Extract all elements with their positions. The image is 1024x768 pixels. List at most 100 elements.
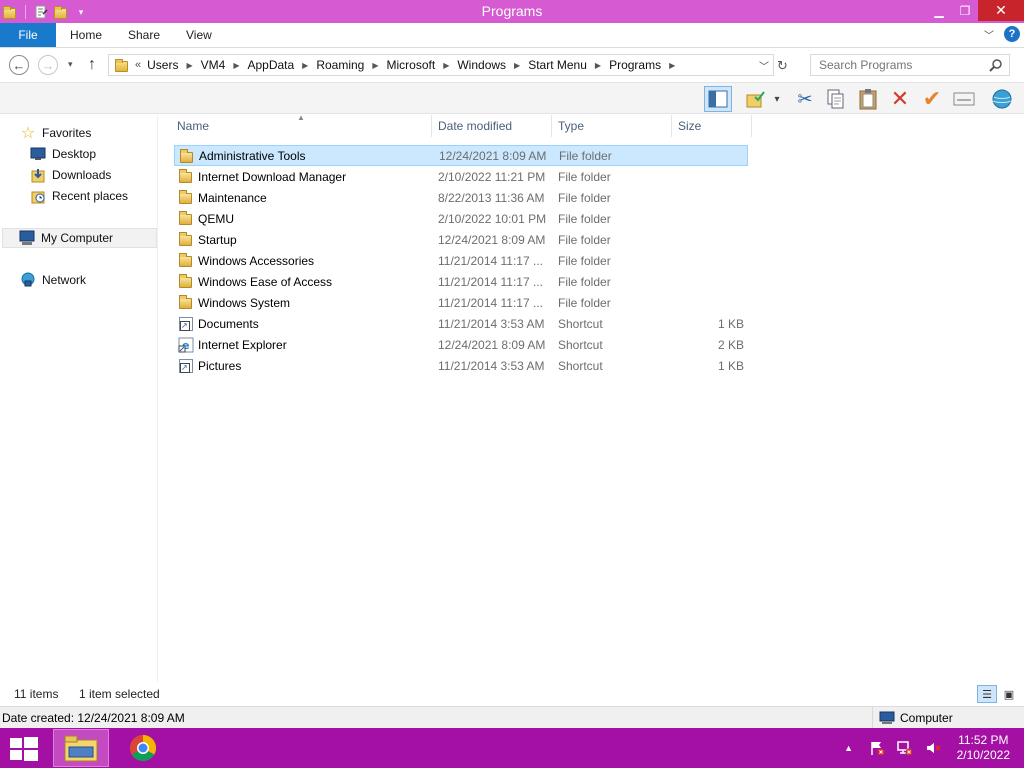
folder-icon	[178, 232, 194, 247]
tab-view[interactable]: View	[186, 28, 212, 42]
copy-icon[interactable]	[822, 86, 850, 112]
preview-pane-button[interactable]	[704, 86, 732, 112]
windows-start-icon[interactable]	[10, 737, 38, 761]
taskbar-file-explorer[interactable]	[53, 729, 109, 767]
breadcrumb-arrow-icon[interactable]: ▶	[372, 61, 378, 70]
large-icons-view-icon[interactable]: ▣	[999, 685, 1019, 703]
volume-muted-icon[interactable]	[924, 740, 942, 756]
file-row[interactable]: Windows Accessories 11/21/2014 11:17 ...…	[174, 250, 748, 271]
file-type: Shortcut	[558, 337, 603, 352]
breadcrumb-arrow-icon[interactable]: ▶	[302, 61, 308, 70]
column-header-size[interactable]: Size	[672, 115, 752, 137]
file-row[interactable]: Startup 12/24/2021 8:09 AM File folder	[174, 229, 748, 250]
file-row[interactable]: Documents 11/21/2014 3:53 AM Shortcut 1 …	[174, 313, 748, 334]
breadcrumb-appdata[interactable]: AppData	[247, 58, 294, 72]
column-header-name[interactable]: Name	[171, 115, 432, 137]
breadcrumb-arrow-icon[interactable]: ▶	[595, 61, 601, 70]
nav-network[interactable]: Network	[20, 270, 86, 290]
column-header-date[interactable]: Date modified	[432, 115, 552, 137]
tab-home[interactable]: Home	[70, 28, 102, 42]
file-row[interactable]: Windows Ease of Access 11/21/2014 11:17 …	[174, 271, 748, 292]
column-name-label: Name	[177, 119, 210, 133]
breadcrumb-users[interactable]: Users	[147, 58, 178, 72]
file-row[interactable]: Pictures 11/21/2014 3:53 AM Shortcut 1 K…	[174, 355, 748, 376]
file-date: 11/21/2014 3:53 AM	[438, 358, 545, 373]
breadcrumb-programs[interactable]: Programs	[609, 58, 661, 72]
show-hidden-icons[interactable]: ▲	[840, 740, 858, 756]
close-button[interactable]: ✕	[978, 0, 1024, 21]
details-view-icon[interactable]: ☰	[977, 685, 997, 703]
address-dropdown-icon[interactable]: ﹀	[759, 58, 769, 73]
date-created-text: Date created: 12/24/2021 8:09 AM	[2, 711, 185, 725]
chrome-icon	[129, 734, 157, 762]
search-box[interactable]	[810, 54, 1010, 76]
search-icon[interactable]	[989, 58, 1003, 72]
maximize-button[interactable]: ❐	[952, 0, 978, 21]
details-bar: Date created: 12/24/2021 8:09 AM Compute…	[0, 706, 1024, 729]
file-date: 11/21/2014 11:17 ...	[438, 274, 543, 289]
taskbar-chrome[interactable]	[115, 729, 171, 767]
nav-favorites[interactable]: ☆ Favorites	[20, 123, 92, 143]
breadcrumb-arrow-icon[interactable]: ▶	[669, 61, 675, 70]
refresh-icon[interactable]: ↻	[777, 58, 788, 74]
tab-file[interactable]: File	[0, 23, 56, 47]
tab-share[interactable]: Share	[128, 28, 160, 42]
expand-ribbon-icon[interactable]: ﹀	[984, 27, 994, 42]
file-type: File folder	[558, 295, 611, 310]
file-row[interactable]: QEMU 2/10/2022 10:01 PM File folder	[174, 208, 748, 229]
select-all-icon[interactable]	[742, 86, 770, 112]
file-date: 8/22/2013 11:36 AM	[438, 190, 545, 205]
file-size: 1 KB	[717, 358, 744, 373]
globe-icon[interactable]	[988, 86, 1016, 112]
address-bar[interactable]: « Users ▶ VM4 ▶ AppData ▶ Roaming ▶ Micr…	[108, 54, 774, 76]
file-type: File folder	[558, 211, 611, 226]
file-row[interactable]: Maintenance 8/22/2013 11:36 AM File fold…	[174, 187, 748, 208]
rename-check-icon[interactable]: ✔	[918, 86, 946, 112]
search-input[interactable]	[819, 58, 979, 72]
breadcrumb-start-menu[interactable]: Start Menu	[528, 58, 587, 72]
cut-icon[interactable]: ✂	[791, 86, 819, 112]
delete-icon[interactable]: ✕	[886, 86, 914, 112]
breadcrumb-roaming[interactable]: Roaming	[316, 58, 364, 72]
action-center-flag-icon[interactable]	[868, 740, 886, 756]
back-button[interactable]: ←	[9, 55, 29, 75]
recent-locations-icon[interactable]: ▾	[68, 59, 73, 70]
file-date: 2/10/2022 11:21 PM	[438, 169, 546, 184]
paste-icon[interactable]	[854, 86, 882, 112]
breadcrumb-arrow-icon[interactable]: ▶	[514, 61, 520, 70]
file-row[interactable]: Administrative Tools 12/24/2021 8:09 AM …	[174, 145, 748, 166]
selection-count: 1 item selected	[79, 687, 160, 701]
breadcrumb-vm4[interactable]: VM4	[201, 58, 226, 72]
help-icon[interactable]: ?	[1004, 26, 1020, 42]
shortcut-icon	[178, 358, 194, 373]
nav-downloads[interactable]: Downloads	[30, 165, 111, 185]
breadcrumb-arrow-icon[interactable]: ▶	[443, 61, 449, 70]
file-type: Shortcut	[558, 358, 603, 373]
file-row[interactable]: Windows System 11/21/2014 11:17 ... File…	[174, 292, 748, 313]
nav-recent-places[interactable]: Recent places	[30, 186, 128, 206]
nav-desktop[interactable]: Desktop	[30, 144, 96, 164]
file-date: 2/10/2022 10:01 PM	[438, 211, 547, 226]
nav-my-computer[interactable]: My Computer	[2, 228, 157, 248]
file-row[interactable]: Internet Download Manager 2/10/2022 11:2…	[174, 166, 748, 187]
breadcrumb-microsoft[interactable]: Microsoft	[387, 58, 436, 72]
column-header-type[interactable]: Type	[552, 115, 672, 137]
up-button[interactable]: ↑	[88, 56, 96, 74]
navigation-bar: ← → ▾ ↑ « Users ▶ VM4 ▶ AppData ▶ Roamin…	[0, 49, 1024, 82]
forward-button[interactable]: →	[38, 55, 58, 75]
breadcrumb-windows[interactable]: Windows	[457, 58, 506, 72]
network-tray-icon[interactable]	[896, 740, 914, 756]
window-controls: ▁ ❐ ✕	[926, 0, 1024, 21]
breadcrumb-arrow-icon[interactable]: ▶	[233, 61, 239, 70]
properties-toolbar-icon[interactable]	[950, 86, 978, 112]
folder-icon	[178, 169, 194, 184]
file-row[interactable]: e Internet Explorer 12/24/2021 8:09 AM S…	[174, 334, 748, 355]
minimize-button[interactable]: ▁	[926, 0, 952, 21]
breadcrumb-arrow-icon[interactable]: ▶	[186, 61, 192, 70]
nav-network-label: Network	[42, 273, 87, 287]
address-overflow-icon[interactable]: «	[135, 59, 141, 71]
clock[interactable]: 11:52 PM 2/10/2022	[957, 733, 1010, 763]
select-dropdown-icon[interactable]: ▾	[770, 86, 784, 112]
network-icon	[20, 272, 36, 288]
file-date: 12/24/2021 8:09 AM	[439, 148, 547, 163]
